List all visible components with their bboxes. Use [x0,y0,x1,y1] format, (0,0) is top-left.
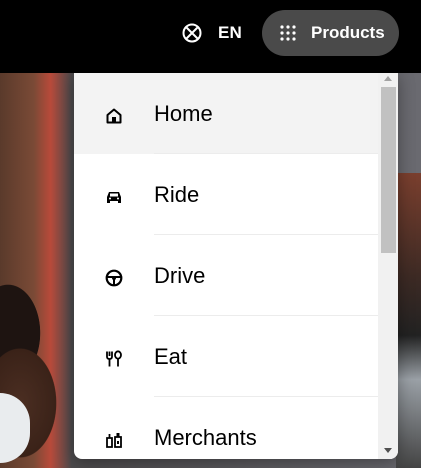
menu-item-label: Ride [154,181,200,207]
globe-icon [182,23,202,43]
grid-dots-icon [280,25,296,41]
steering-wheel-icon [104,268,124,288]
menu-item-eat[interactable]: Eat [74,316,378,397]
face-mask-detail [0,393,30,463]
menu-item-ride[interactable]: Ride [74,154,378,235]
products-dropdown: Home Ride Drive Eat Merchants [74,73,398,459]
top-bar: EN Products [0,0,421,73]
scroll-down-icon[interactable] [384,448,392,453]
products-button[interactable]: Products [262,10,399,56]
menu-item-label: Eat [154,343,188,369]
menu-item-label: Home [154,100,213,126]
menu-list: Home Ride Drive Eat Merchants [74,73,378,459]
language-label: EN [218,23,243,42]
products-label: Products [311,23,385,42]
scrollbar[interactable] [378,73,398,459]
home-icon [104,106,124,126]
menu-item-label: Drive [154,262,206,288]
fork-spoon-icon [104,349,124,369]
menu-item-drive[interactable]: Drive [74,235,378,316]
scroll-up-icon[interactable] [384,76,392,81]
menu-item-merchants[interactable]: Merchants [74,397,378,459]
language-selector[interactable]: EN [182,21,242,45]
store-icon [104,430,124,450]
car-icon [104,187,124,207]
menu-item-label: Merchants [154,424,257,450]
photo-right-strip [396,173,421,468]
menu-item-home[interactable]: Home [74,73,378,154]
scrollbar-thumb[interactable] [381,87,396,253]
